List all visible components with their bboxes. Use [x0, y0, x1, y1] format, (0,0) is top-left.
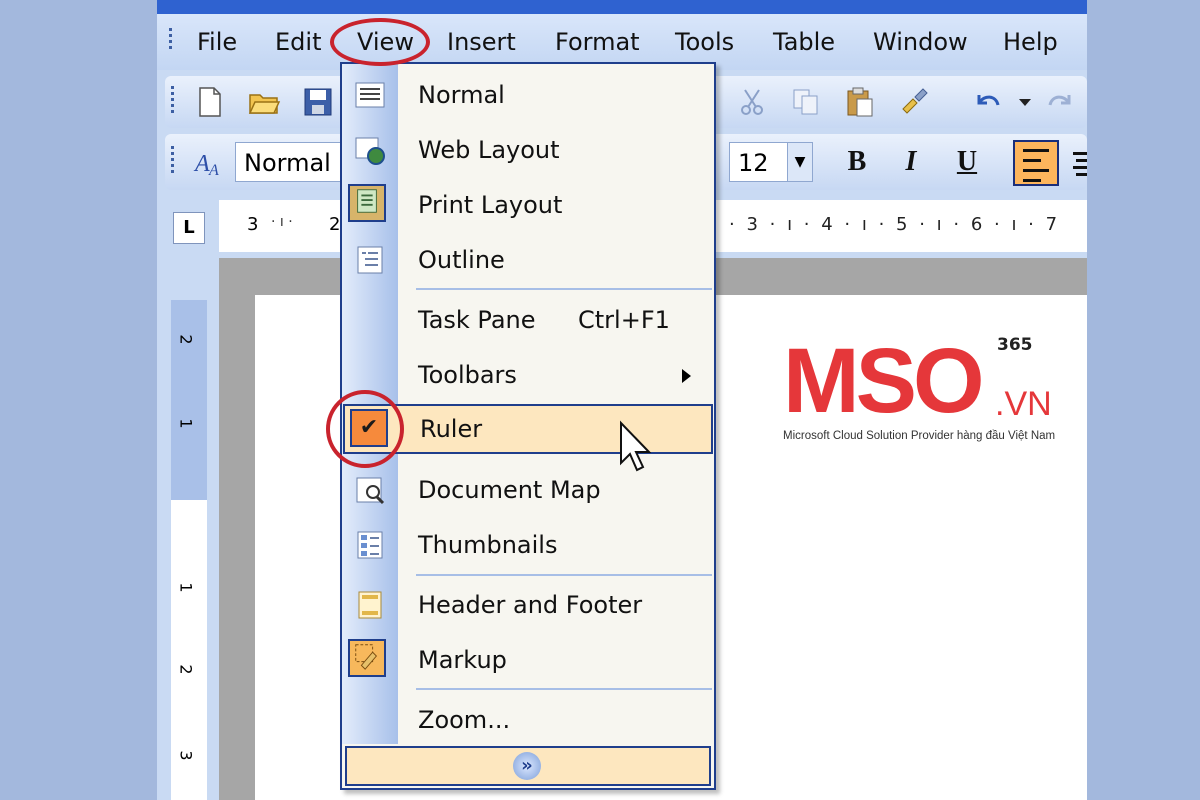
menu-item-label: Thumbnails	[418, 531, 558, 559]
undo-icon[interactable]	[971, 85, 1005, 119]
web-layout-icon	[355, 137, 385, 165]
expand-menu-button[interactable]: »	[345, 746, 711, 786]
thumbnails-icon	[357, 531, 383, 559]
underline-button[interactable]: U	[947, 142, 987, 182]
menu-separator	[416, 288, 712, 290]
menu-item-label: Toolbars	[418, 361, 517, 389]
ruler-label: 1	[176, 418, 196, 429]
outline-icon	[357, 246, 383, 274]
menu-item-label: Ruler	[420, 415, 483, 443]
print-layout-checked-box	[348, 184, 386, 222]
menu-help[interactable]: Help	[1003, 27, 1058, 57]
align-left-button[interactable]	[1013, 140, 1059, 186]
paste-icon[interactable]	[843, 85, 877, 119]
menu-format[interactable]: Format	[555, 27, 640, 57]
menu-item-zoom[interactable]: Zoom...	[342, 695, 714, 745]
copy-icon[interactable]	[789, 85, 823, 119]
menu-item-label: Print Layout	[418, 191, 563, 219]
font-size-value: 12	[738, 149, 769, 177]
redo-icon[interactable]	[1043, 85, 1077, 119]
menu-item-print-layout[interactable]: Print Layout	[342, 180, 714, 230]
menu-item-normal[interactable]: Normal	[342, 70, 714, 120]
menu-edit[interactable]: Edit	[275, 27, 321, 57]
menu-item-header-footer[interactable]: Header and Footer	[342, 580, 714, 630]
markup-checked-box	[348, 639, 386, 677]
view-menu-highlight-ring	[330, 18, 430, 66]
ruler-label: 2	[176, 664, 196, 675]
menu-item-label: Web Layout	[418, 136, 560, 164]
markup-icon	[355, 644, 378, 670]
open-folder-icon[interactable]	[247, 85, 281, 119]
format-painter-icon[interactable]	[897, 85, 931, 119]
ruler-label: 2	[329, 214, 341, 235]
font-size-dropdown-icon[interactable]: ▼	[787, 143, 812, 181]
logo-superscript: 365	[997, 335, 1033, 355]
menu-item-web-layout[interactable]: Web Layout	[342, 125, 714, 175]
ruler-label: 4	[821, 214, 836, 235]
tab-selector[interactable]: L	[173, 212, 205, 244]
menu-item-label: Document Map	[418, 476, 601, 504]
ruler-label: 3	[176, 750, 196, 761]
title-bar	[157, 0, 1087, 14]
menu-item-thumbnails[interactable]: Thumbnails	[342, 520, 714, 570]
save-icon[interactable]	[301, 85, 335, 119]
font-size-select[interactable]: 12 ▼	[729, 142, 813, 182]
vertical-ruler[interactable]: 2 1 1 2 3	[171, 300, 207, 800]
mso-logo: MSO .VN 365 Microsoft Cloud Solution Pro…	[783, 330, 1055, 442]
menu-separator	[416, 688, 712, 690]
logo-suffix: .VN	[995, 385, 1052, 423]
logo-main: MSO	[783, 330, 985, 432]
menu-item-label: Markup	[418, 646, 507, 674]
menu-item-task-pane[interactable]: Task Pane Ctrl+F1	[342, 295, 714, 345]
undo-dropdown-icon[interactable]	[1011, 85, 1045, 119]
double-chevron-down-icon: »	[513, 752, 541, 780]
print-layout-icon	[357, 189, 377, 213]
menu-file[interactable]: File	[197, 27, 237, 57]
menu-item-label: Header and Footer	[418, 591, 643, 619]
ruler-label: 5	[896, 214, 911, 235]
menu-item-label: Task Pane	[418, 306, 536, 334]
menu-separator	[416, 574, 712, 576]
svg-text:A: A	[193, 151, 210, 177]
menu-item-shortcut: Ctrl+F1	[578, 306, 670, 334]
menubar-grip-icon[interactable]	[169, 28, 173, 52]
ruler-label: 3	[746, 214, 761, 235]
center-align-icon[interactable]	[1071, 146, 1087, 180]
menu-tools[interactable]: Tools	[675, 27, 734, 57]
menu-item-document-map[interactable]: Document Map	[342, 465, 714, 515]
menu-insert[interactable]: Insert	[447, 27, 516, 57]
cut-icon[interactable]	[735, 85, 769, 119]
ruler-label: 3	[247, 214, 259, 235]
ruler-check-highlight-ring	[326, 390, 404, 468]
ruler-label: 1	[176, 582, 196, 593]
new-document-icon[interactable]	[193, 85, 227, 119]
document-map-icon	[356, 477, 385, 505]
menu-item-markup[interactable]: Markup	[342, 635, 714, 685]
logo-tagline: Microsoft Cloud Solution Provider hàng đ…	[783, 430, 1056, 442]
ruler-label: 6	[970, 214, 986, 235]
submenu-arrow-icon	[682, 369, 691, 383]
menu-item-label: Outline	[418, 246, 505, 274]
formatting-grip-icon[interactable]	[171, 146, 175, 176]
menu-item-toolbars[interactable]: Toolbars	[342, 350, 714, 400]
header-footer-icon	[358, 591, 382, 619]
normal-view-icon	[355, 82, 385, 108]
menu-table[interactable]: Table	[773, 27, 835, 57]
ruler-label: 2	[176, 334, 196, 345]
menu-item-outline[interactable]: Outline	[342, 235, 714, 285]
ruler-label: 7	[1045, 214, 1061, 235]
svg-text:A: A	[208, 162, 219, 179]
menu-item-label: Zoom...	[418, 706, 511, 734]
mouse-pointer-icon	[620, 420, 652, 472]
bold-button[interactable]: B	[837, 142, 877, 182]
italic-button[interactable]: I	[891, 142, 931, 182]
menu-item-label: Normal	[418, 81, 505, 109]
styles-formatting-icon[interactable]: A A	[193, 145, 227, 179]
menu-window[interactable]: Window	[873, 27, 968, 57]
toolbar-grip-icon[interactable]	[171, 86, 175, 116]
